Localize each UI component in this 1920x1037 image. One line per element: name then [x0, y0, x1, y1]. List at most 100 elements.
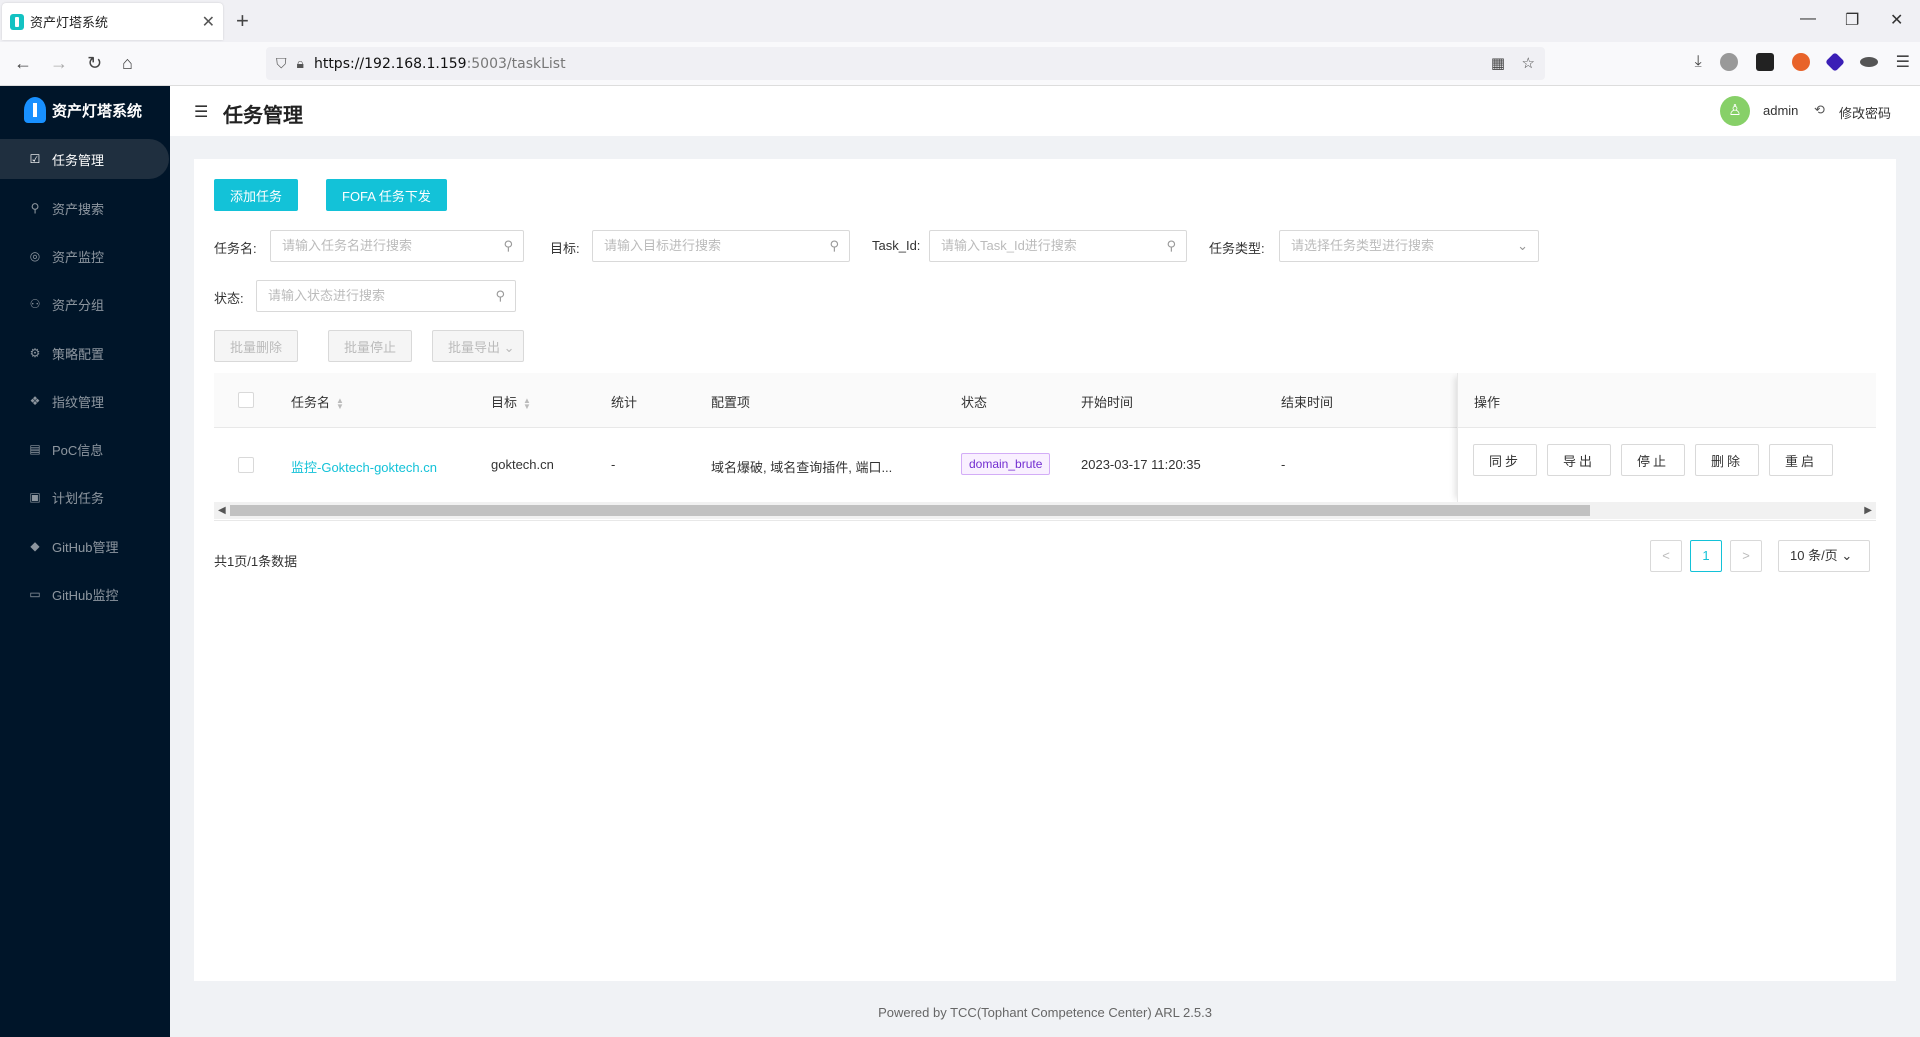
url-bar[interactable]: ⛉ 🔒︎ https://192.168.1.159:5003/taskList… — [266, 47, 1545, 80]
batch-delete-button[interactable]: 批量删除 — [214, 330, 299, 362]
menu-item-icon: ⚇ — [29, 297, 41, 311]
next-page-button[interactable]: > — [1730, 540, 1762, 572]
sort-icon[interactable]: ▲ ▼ — [336, 396, 344, 410]
page-title: 任务管理 — [223, 105, 303, 127]
window-close-icon[interactable]: ✕ — [1890, 10, 1903, 30]
sidebar-item[interactable]: ▣ 计划任务 — [0, 477, 170, 517]
task-table: 任务名 ▲ ▼ 目标 ▲ ▼ 统计 配置项 状态 开始时间 结束时间 监控-Goktec… — [214, 373, 1876, 521]
minimize-icon[interactable]: — — [1800, 10, 1816, 28]
lock-icon[interactable]: 🔒︎ — [297, 55, 304, 72]
task-name-input[interactable]: 请输入任务名进行搜索 ⚲ — [270, 230, 524, 262]
sync-button[interactable]: 同步 — [1473, 444, 1537, 476]
sidebar-item-label: GitHub监控 — [52, 587, 119, 603]
search-icon[interactable]: ⚲ — [495, 281, 505, 311]
sidebar-item[interactable]: ☑ 任务管理 — [0, 139, 169, 179]
batch-export-button[interactable]: 批量导出 ⌄ — [432, 330, 524, 362]
fofa-task-button[interactable]: FOFA 任务下发 — [326, 179, 447, 211]
username[interactable]: admin — [1763, 103, 1798, 118]
task-id-input[interactable]: 请输入Task_Id进行搜索 ⚲ — [929, 230, 1187, 262]
search-icon[interactable]: ⚲ — [829, 231, 839, 261]
forward-icon[interactable]: → — [50, 53, 68, 73]
footer: Powered by TCC(Tophant Competence Center… — [878, 1005, 1212, 1020]
sidebar-item[interactable]: ◆ GitHub管理 — [0, 526, 170, 566]
page-size-select[interactable]: 10 条/页 ⌄ — [1778, 540, 1870, 572]
menu-item-icon: ▤ — [29, 442, 41, 456]
extension-hat-icon[interactable] — [1859, 57, 1878, 67]
sidebar-item-label: 任务管理 — [52, 152, 105, 168]
logout-icon[interactable]: ⟲ — [1814, 102, 1825, 118]
lighthouse-icon — [24, 97, 46, 123]
sidebar-item[interactable]: ❖ 指纹管理 — [0, 381, 170, 421]
menu-item-icon: ▣ — [29, 490, 41, 504]
sidebar-item[interactable]: ◎ 资产监控 — [0, 236, 170, 276]
select-all-checkbox[interactable] — [238, 392, 254, 408]
header-status: 状态 — [961, 395, 988, 410]
target-input[interactable]: 请输入目标进行搜索 ⚲ — [592, 230, 850, 262]
header-task-name[interactable]: 任务名 ▲ ▼ — [291, 392, 344, 411]
export-button[interactable]: 导出 — [1547, 444, 1611, 476]
browser-tabbar: 资产灯塔系统 ✕ + — ❐ ✕ — [0, 0, 1920, 42]
extension-toolbar: ⤓ ☰ — [1695, 52, 1910, 72]
task-name-link[interactable]: 监控-Goktech-goktech.cn — [291, 457, 437, 476]
sidebar-item-label: 计划任务 — [52, 490, 105, 506]
menu-item-icon: ❖ — [29, 394, 41, 408]
restart-button[interactable]: 重启 — [1769, 444, 1833, 476]
menu-icon[interactable]: ☰ — [1896, 52, 1910, 72]
target-label: 目标: — [550, 241, 580, 256]
scroll-thumb[interactable] — [230, 505, 1590, 516]
qr-code-icon[interactable]: ▦ — [1491, 54, 1505, 72]
delete-button[interactable]: 删除 — [1695, 444, 1759, 476]
reload-icon[interactable]: ↻ — [87, 53, 102, 73]
bookmark-star-icon[interactable]: ☆ — [1522, 54, 1535, 72]
download-icon[interactable]: ⤓ — [1695, 53, 1702, 71]
menu-fold-icon[interactable]: ☰ — [194, 102, 208, 122]
user-avatar[interactable]: ♙ — [1720, 96, 1750, 126]
restore-icon[interactable]: ❐ — [1845, 10, 1859, 30]
horizontal-scrollbar[interactable]: ◀ ▶ — [214, 502, 1876, 519]
scroll-left-icon[interactable]: ◀ — [218, 502, 226, 519]
batch-stop-button[interactable]: 批量停止 — [328, 330, 413, 362]
header-target[interactable]: 目标 ▲ ▼ — [491, 392, 531, 411]
extension-orange-icon[interactable] — [1791, 53, 1810, 71]
sidebar-item[interactable]: ⚲ 资产搜索 — [0, 188, 170, 228]
stop-button[interactable]: 停止 — [1621, 444, 1685, 476]
search-icon[interactable]: ⚲ — [1166, 231, 1176, 261]
home-icon[interactable]: ⌂ — [122, 53, 133, 73]
shield-icon[interactable]: ⛉ — [276, 55, 287, 72]
close-tab-icon[interactable]: ✕ — [202, 12, 215, 32]
tab-title: 资产灯塔系统 — [30, 15, 109, 30]
change-password-link[interactable]: 修改密码 — [1839, 103, 1891, 122]
row-checkbox[interactable] — [238, 457, 254, 473]
sidebar-item-label: 资产监控 — [52, 249, 105, 265]
new-tab-icon[interactable]: + — [236, 8, 249, 34]
sidebar-item[interactable]: ⚇ 资产分组 — [0, 284, 170, 324]
task-config: 域名爆破, 域名查询插件, 端口... — [711, 460, 893, 475]
task-start-time: 2023-03-17 11:20:35 — [1081, 457, 1201, 472]
sidebar-item-label: 策略配置 — [52, 346, 105, 362]
header-end-time: 结束时间 — [1281, 395, 1334, 410]
extension-dark-icon[interactable] — [1755, 53, 1774, 71]
scroll-right-icon[interactable]: ▶ — [1864, 502, 1872, 519]
prev-page-button[interactable]: < — [1650, 540, 1682, 572]
search-icon[interactable]: ⚲ — [503, 231, 513, 261]
extension-gray-icon[interactable] — [1719, 53, 1738, 71]
app-logo[interactable]: 资产灯塔系统 — [0, 86, 170, 134]
sidebar-item[interactable]: ⚙ 策略配置 — [0, 333, 170, 373]
task-type-select[interactable]: 请选择任务类型进行搜索 ⌄ — [1279, 230, 1539, 262]
task-end-time: - — [1281, 457, 1286, 472]
sidebar-item[interactable]: ▭ GitHub监控 — [0, 574, 170, 614]
task-stats: - — [611, 457, 616, 472]
extension-purple-icon[interactable] — [1824, 52, 1845, 72]
sort-icon[interactable]: ▲ ▼ — [523, 396, 531, 410]
sidebar-item[interactable]: ▤ PoC信息 — [0, 429, 170, 469]
status-input[interactable]: 请输入状态进行搜索 ⚲ — [256, 280, 516, 312]
back-icon[interactable]: ← — [14, 53, 32, 73]
menu-item-icon: ◎ — [29, 249, 41, 263]
menu-item-icon: ⚲ — [30, 201, 40, 215]
page-1-button[interactable]: 1 — [1690, 540, 1722, 572]
page-header: ☰ 任务管理 ♙ admin ⟲ 修改密码 — [170, 86, 1920, 136]
add-task-button[interactable]: 添加任务 — [214, 179, 299, 211]
header-start-time: 开始时间 — [1081, 395, 1134, 410]
app-title: 资产灯塔系统 — [52, 102, 143, 120]
browser-tab[interactable]: 资产灯塔系统 ✕ — [2, 3, 223, 40]
